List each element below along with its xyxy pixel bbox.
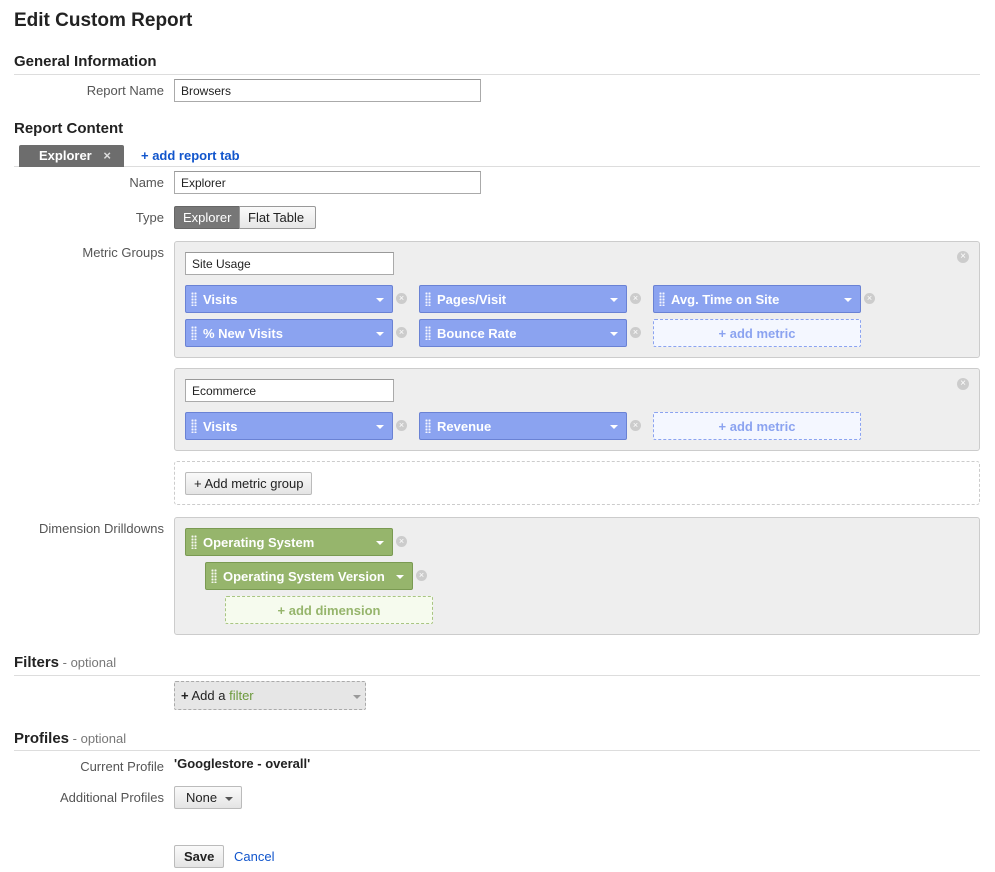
- remove-icon[interactable]: ×: [396, 327, 407, 338]
- additional-profiles-label: Additional Profiles: [59, 790, 164, 805]
- drag-handle-icon[interactable]: [191, 326, 197, 340]
- plus-icon: +: [181, 688, 189, 703]
- remove-icon[interactable]: ×: [396, 420, 407, 431]
- remove-icon[interactable]: ×: [416, 570, 427, 581]
- additional-profiles-select[interactable]: None: [174, 786, 242, 809]
- dimension-pill[interactable]: Operating System Version: [205, 562, 413, 590]
- add-filter-button[interactable]: + Add a filter: [174, 681, 366, 710]
- divider: [14, 750, 980, 751]
- close-icon[interactable]: ×: [957, 378, 969, 390]
- add-report-tab-link[interactable]: + add report tab: [141, 148, 240, 163]
- drag-handle-icon[interactable]: [191, 535, 197, 549]
- remove-icon[interactable]: ×: [864, 293, 875, 304]
- profiles-title: Profiles: [14, 730, 70, 747]
- chevron-down-icon: [396, 575, 404, 579]
- metric-pill[interactable]: Visits: [185, 412, 393, 440]
- metric-label: Visits: [203, 292, 238, 307]
- metric-label: Bounce Rate: [437, 326, 517, 341]
- add-dimension-button[interactable]: + add dimension: [225, 596, 433, 624]
- profiles-heading: Profiles - optional: [14, 730, 126, 747]
- report-name-label: Report Name: [86, 83, 164, 98]
- dimension-drilldowns-label: Dimension Drilldowns: [39, 521, 164, 536]
- type-explorer-button[interactable]: Explorer: [174, 206, 240, 229]
- add-metric-button[interactable]: + add metric: [653, 412, 861, 440]
- page-title: Edit Custom Report: [14, 10, 193, 31]
- add-metric-button[interactable]: + add metric: [653, 319, 861, 347]
- filter-keyword: filter: [229, 688, 254, 703]
- drag-handle-icon[interactable]: [425, 419, 431, 433]
- chevron-down-icon: [376, 541, 384, 545]
- name-label: Name: [129, 175, 164, 190]
- remove-icon[interactable]: ×: [396, 536, 407, 547]
- dimension-label: Operating System: [203, 535, 315, 550]
- remove-icon[interactable]: ×: [630, 327, 641, 338]
- chevron-down-icon: [376, 332, 384, 336]
- divider: [14, 166, 980, 167]
- report-name-input[interactable]: [174, 79, 481, 102]
- filters-title: Filters: [14, 654, 60, 671]
- chevron-down-icon: [353, 695, 361, 699]
- save-button[interactable]: Save: [174, 845, 225, 868]
- dimension-pill[interactable]: Operating System: [185, 528, 393, 556]
- close-icon[interactable]: ×: [103, 148, 111, 163]
- metric-label: % New Visits: [203, 326, 283, 341]
- metric-group-name-input[interactable]: [185, 379, 394, 402]
- chevron-down-icon: [610, 332, 618, 336]
- tab-label: Explorer: [39, 148, 92, 163]
- metric-pill[interactable]: Bounce Rate: [419, 319, 627, 347]
- type-label: Type: [135, 210, 164, 225]
- selected-value: None: [186, 790, 218, 805]
- tab-explorer[interactable]: Explorer ×: [19, 145, 124, 167]
- cancel-link[interactable]: Cancel: [234, 849, 274, 864]
- divider: [14, 675, 980, 676]
- metric-pill[interactable]: % New Visits: [185, 319, 393, 347]
- chevron-down-icon: [610, 298, 618, 302]
- close-icon[interactable]: ×: [957, 251, 969, 263]
- divider: [14, 74, 980, 75]
- drag-handle-icon[interactable]: [191, 292, 197, 306]
- remove-icon[interactable]: ×: [396, 293, 407, 304]
- current-profile-value: 'Googlestore - overall': [174, 756, 311, 771]
- dimension-label: Operating System Version: [223, 569, 385, 584]
- add-filter-text: Add a: [188, 688, 230, 703]
- drag-handle-icon[interactable]: [425, 292, 431, 306]
- metric-label: Visits: [203, 419, 238, 434]
- metric-label: Avg. Time on Site: [671, 292, 780, 307]
- metric-pill[interactable]: Revenue: [419, 412, 627, 440]
- optional-text: - optional: [69, 731, 127, 746]
- metric-pill[interactable]: Avg. Time on Site: [653, 285, 861, 313]
- chevron-down-icon: [610, 425, 618, 429]
- remove-icon[interactable]: ×: [630, 293, 641, 304]
- type-flat-table-button[interactable]: Flat Table: [239, 206, 316, 229]
- chevron-down-icon: [376, 425, 384, 429]
- drag-handle-icon[interactable]: [425, 326, 431, 340]
- report-content-heading: Report Content: [14, 120, 124, 137]
- general-info-heading: General Information: [14, 53, 157, 70]
- metric-groups-label: Metric Groups: [82, 245, 164, 260]
- drag-handle-icon[interactable]: [211, 569, 217, 583]
- drag-handle-icon[interactable]: [659, 292, 665, 306]
- optional-text: - optional: [59, 655, 117, 670]
- chevron-down-icon: [376, 298, 384, 302]
- filters-heading: Filters - optional: [14, 654, 116, 671]
- metric-group-name-input[interactable]: [185, 252, 394, 275]
- metric-label: Revenue: [437, 419, 492, 434]
- current-profile-label: Current Profile: [80, 759, 164, 774]
- metric-label: Pages/Visit: [437, 292, 507, 307]
- tab-name-input[interactable]: [174, 171, 481, 194]
- metric-pill[interactable]: Pages/Visit: [419, 285, 627, 313]
- add-metric-group-button[interactable]: + Add metric group: [185, 472, 313, 495]
- chevron-down-icon: [844, 298, 852, 302]
- remove-icon[interactable]: ×: [630, 420, 641, 431]
- chevron-down-icon: [225, 797, 233, 801]
- drag-handle-icon[interactable]: [191, 419, 197, 433]
- metric-pill[interactable]: Visits: [185, 285, 393, 313]
